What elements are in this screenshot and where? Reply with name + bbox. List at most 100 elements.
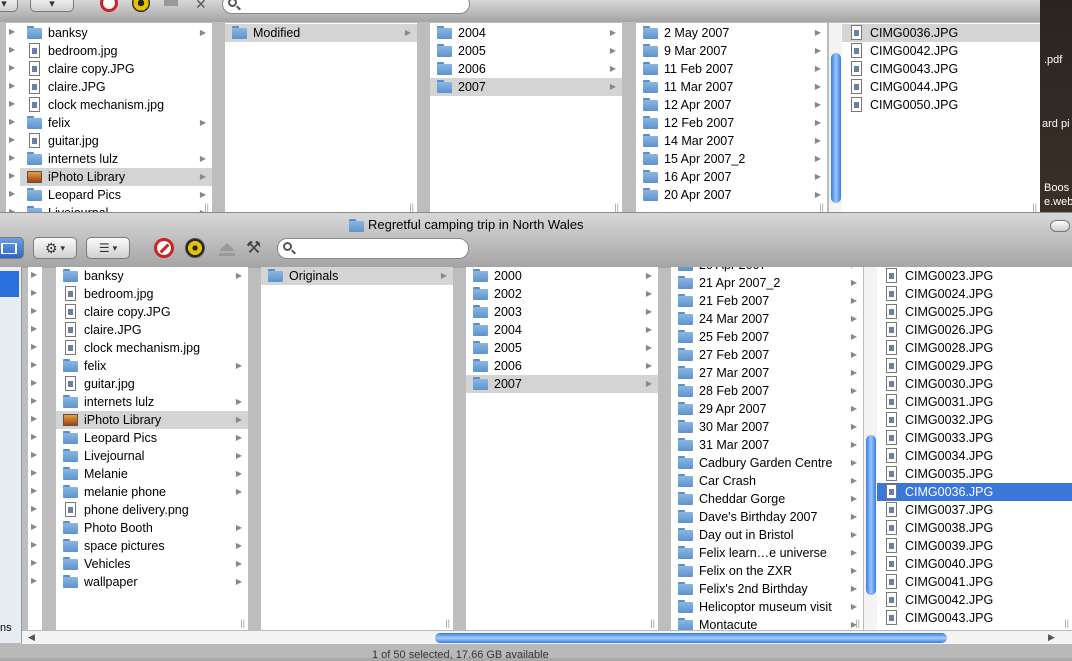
back-arrange-button[interactable]: ▾	[0, 0, 18, 12]
list-item-cimg0042-jpg[interactable]: CIMG0042.JPG	[877, 591, 1072, 609]
list-item-31-mar-2007[interactable]: 31 Mar 2007 ▶	[671, 436, 863, 454]
list-item-space-pictures[interactable]: space pictures ▶	[56, 537, 248, 555]
list-item-cimg0033-jpg[interactable]: CIMG0033.JPG	[877, 429, 1072, 447]
disclosure-triangle-icon[interactable]: ▶	[31, 432, 37, 441]
back-burn-icon[interactable]	[132, 0, 150, 12]
list-item-cimg0023-jpg[interactable]: CIMG0023.JPG	[877, 267, 1072, 285]
disclosure-triangle-icon[interactable]: ▶	[31, 396, 37, 405]
list-item-21-feb-2007[interactable]: 21 Feb 2007 ▶	[671, 292, 863, 310]
list-item-phone-delivery-png[interactable]: phone delivery.png	[56, 501, 248, 519]
disclosure-triangle-icon[interactable]: ▶	[31, 540, 37, 549]
vertical-scrollbar[interactable]	[863, 267, 878, 630]
arrange-button[interactable]: ☰ ▾	[86, 237, 130, 259]
list-item-cimg0044-jpg[interactable]: CIMG0044.JPG	[842, 78, 1040, 96]
list-item-melanie-phone[interactable]: melanie phone ▶	[56, 483, 248, 501]
list-item-16-apr-2007[interactable]: 16 Apr 2007 ▶	[636, 168, 827, 186]
column-resize-handle[interactable]: ||	[855, 618, 860, 628]
disclosure-triangle-icon[interactable]: ▶	[31, 468, 37, 477]
list-item-2007[interactable]: 2007 ▶	[466, 375, 658, 393]
list-item-14-mar-2007[interactable]: 14 Mar 2007 ▶	[636, 132, 827, 150]
list-item-vehicles[interactable]: Vehicles ▶	[56, 555, 248, 573]
list-item-melanie[interactable]: Melanie ▶	[56, 465, 248, 483]
list-item-2004[interactable]: 2004 ▶	[430, 24, 622, 42]
list-item-2006[interactable]: 2006 ▶	[430, 60, 622, 78]
disclosure-triangle-icon[interactable]: ▶	[31, 342, 37, 351]
disclosure-triangle-icon[interactable]: ▶	[9, 117, 15, 126]
list-item-20-apr-2007[interactable]: 20 Apr 2007 ▶	[671, 267, 863, 274]
eject-icon[interactable]	[219, 243, 235, 251]
disclosure-triangle-icon[interactable]: ▶	[9, 171, 15, 180]
list-item-helicoptor-museum-visit[interactable]: Helicoptor museum visit ▶	[671, 598, 863, 616]
list-item-montacute[interactable]: Montacute ▶	[671, 616, 863, 630]
list-item-25-feb-2007[interactable]: 25 Feb 2007 ▶	[671, 328, 863, 346]
list-item-guitar-jpg[interactable]: guitar.jpg	[56, 375, 248, 393]
list-item-cimg0036-jpg[interactable]: CIMG0036.JPG	[842, 24, 1040, 42]
action-gear-button[interactable]: ⚙ ▾	[33, 237, 77, 259]
list-item-internets-lulz[interactable]: internets lulz ▶	[20, 150, 212, 168]
column-resize-handle[interactable]: ||	[1064, 618, 1069, 628]
disclosure-triangle-icon[interactable]: ▶	[31, 324, 37, 333]
vertical-scrollbar[interactable]	[828, 23, 843, 214]
list-item-livejournal[interactable]: Livejournal ▶	[56, 447, 248, 465]
view-columns-button[interactable]	[0, 237, 24, 259]
list-item-wallpaper[interactable]: wallpaper ▶	[56, 573, 248, 591]
disclosure-triangle-icon[interactable]: ▶	[9, 45, 15, 54]
list-item-2002[interactable]: 2002 ▶	[466, 285, 658, 303]
disclosure-triangle-icon[interactable]: ▶	[31, 306, 37, 315]
list-item-cimg0032-jpg[interactable]: CIMG0032.JPG	[877, 411, 1072, 429]
list-item-claire-jpg[interactable]: claire.JPG	[20, 78, 212, 96]
back-search-input[interactable]	[222, 0, 470, 14]
list-item-originals[interactable]: Originals ▶	[261, 267, 453, 285]
search-input[interactable]	[277, 238, 469, 259]
list-item-2000[interactable]: 2000 ▶	[466, 267, 658, 285]
list-item-claire-copy-jpg[interactable]: claire copy.JPG	[20, 60, 212, 78]
list-item-30-mar-2007[interactable]: 30 Mar 2007 ▶	[671, 418, 863, 436]
list-item-2004[interactable]: 2004 ▶	[466, 321, 658, 339]
stop-icon[interactable]	[154, 238, 174, 258]
list-item-cimg0026-jpg[interactable]: CIMG0026.JPG	[877, 321, 1072, 339]
toolbar-toggle-button[interactable]	[1050, 220, 1070, 232]
column-resize-handle[interactable]: ||	[445, 618, 450, 628]
list-item-bedroom-jpg[interactable]: bedroom.jpg	[20, 42, 212, 60]
list-item-cimg0028-jpg[interactable]: CIMG0028.JPG	[877, 339, 1072, 357]
disclosure-triangle-icon[interactable]: ▶	[31, 486, 37, 495]
column-resize-handle[interactable]: ||	[650, 618, 655, 628]
list-item-15-apr-2007-2[interactable]: 15 Apr 2007_2 ▶	[636, 150, 827, 168]
back-eject-icon[interactable]	[164, 0, 178, 6]
burn-icon[interactable]	[185, 238, 205, 258]
list-item-cimg0035-jpg[interactable]: CIMG0035.JPG	[877, 465, 1072, 483]
list-item-day-out-in-bristol[interactable]: Day out in Bristol ▶	[671, 526, 863, 544]
scroll-left-icon[interactable]: ◀	[28, 632, 35, 643]
list-item-cimg0029-jpg[interactable]: CIMG0029.JPG	[877, 357, 1072, 375]
disclosure-triangle-icon[interactable]: ▶	[9, 189, 15, 198]
list-item-clock-mechanism-jpg[interactable]: clock mechanism.jpg	[56, 339, 248, 357]
list-item-cadbury-garden-centre[interactable]: Cadbury Garden Centre ▶	[671, 454, 863, 472]
list-item-felix-learn-e-universe[interactable]: Felix learn…e universe ▶	[671, 544, 863, 562]
list-item-photo-booth[interactable]: Photo Booth ▶	[56, 519, 248, 537]
disclosure-triangle-icon[interactable]: ▶	[31, 522, 37, 531]
list-item-cimg0043-jpg[interactable]: CIMG0043.JPG	[842, 60, 1040, 78]
vertical-scroll-thumb[interactable]	[866, 435, 876, 595]
list-item-21-apr-2007-2[interactable]: 21 Apr 2007_2 ▶	[671, 274, 863, 292]
disclosure-triangle-icon[interactable]: ▶	[31, 504, 37, 513]
list-item-cimg0030-jpg[interactable]: CIMG0030.JPG	[877, 375, 1072, 393]
disclosure-triangle-icon[interactable]: ▶	[9, 81, 15, 90]
tools-icon[interactable]: ⚒	[246, 238, 261, 258]
list-item-cimg0034-jpg[interactable]: CIMG0034.JPG	[877, 447, 1072, 465]
list-item-2005[interactable]: 2005 ▶	[466, 339, 658, 357]
disclosure-triangle-icon[interactable]: ▶	[31, 270, 37, 279]
disclosure-triangle-icon[interactable]: ▶	[31, 576, 37, 585]
scroll-right-icon[interactable]: ▶	[1048, 632, 1055, 643]
list-item-2005[interactable]: 2005 ▶	[430, 42, 622, 60]
back-view-button[interactable]: ▾	[30, 0, 74, 12]
list-item-cheddar-gorge[interactable]: Cheddar Gorge ▶	[671, 490, 863, 508]
list-item-cimg0050-jpg[interactable]: CIMG0050.JPG	[842, 96, 1040, 114]
vertical-scroll-thumb[interactable]	[831, 53, 841, 203]
column-resize-handle[interactable]: ||	[1032, 202, 1037, 212]
list-item-27-mar-2007[interactable]: 27 Mar 2007 ▶	[671, 364, 863, 382]
list-item-2007[interactable]: 2007 ▶	[430, 78, 622, 96]
list-item-cimg0025-jpg[interactable]: CIMG0025.JPG	[877, 303, 1072, 321]
list-item-27-feb-2007[interactable]: 27 Feb 2007 ▶	[671, 346, 863, 364]
disclosure-triangle-icon[interactable]: ▶	[9, 153, 15, 162]
list-item-banksy[interactable]: banksy ▶	[56, 267, 248, 285]
